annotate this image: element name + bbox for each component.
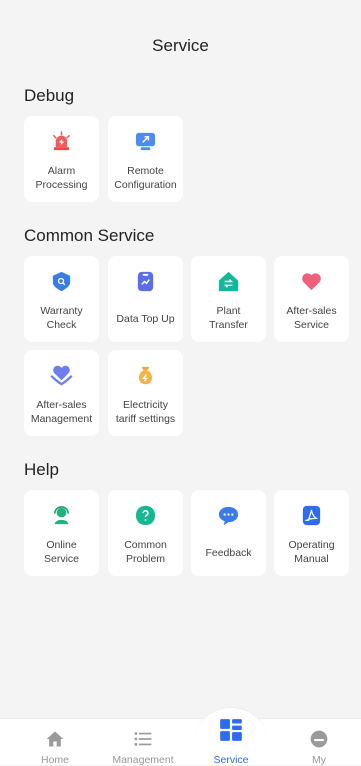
question-icon — [135, 505, 156, 526]
bottom-tab-bar: Home Management Service My — [0, 707, 361, 766]
card-label: Data Top Up — [116, 313, 175, 325]
remote-monitor-icon — [135, 132, 156, 151]
electricity-tariff-settings-card[interactable]: Electricity tariff settings — [108, 350, 183, 436]
section-title-debug: Debug — [24, 86, 75, 105]
money-bag-icon — [139, 366, 152, 385]
card-label: After-sales Service — [286, 305, 337, 331]
heart-hands-icon — [50, 365, 73, 386]
common-problem-card[interactable]: Common Problem — [108, 490, 183, 576]
page-title: Service — [152, 36, 209, 55]
section-title-help: Help — [24, 460, 59, 479]
heart-icon — [302, 273, 321, 291]
headset-agent-icon — [54, 506, 69, 525]
house-transfer-icon — [218, 271, 239, 292]
remote-configuration-card[interactable]: Remote Configuration — [108, 116, 183, 202]
list-icon — [134, 732, 152, 746]
card-label: Plant Transfer — [209, 305, 248, 331]
tab-management[interactable]: Management — [103, 719, 183, 766]
online-service-card[interactable]: Online Service — [24, 490, 99, 576]
card-label: Electricity tariff settings — [115, 399, 176, 425]
tab-my[interactable]: My — [279, 719, 359, 766]
card-label: Feedback — [205, 547, 252, 559]
card-label: Alarm Processing — [35, 165, 88, 191]
tab-service[interactable]: Service — [191, 719, 271, 766]
alarm-processing-card[interactable]: Alarm Processing — [24, 116, 99, 202]
home-icon — [46, 731, 64, 747]
tab-label: Home — [40, 754, 69, 766]
card-label: Common Problem — [124, 539, 167, 565]
card-label: After-sales Management — [30, 399, 93, 425]
section-title-common-service: Common Service — [24, 226, 155, 245]
card-label: Operating Manual — [288, 539, 335, 565]
after-sales-management-card[interactable]: After-sales Management — [24, 350, 99, 436]
user-face-icon — [310, 730, 328, 748]
card-label: Warranty Check — [40, 305, 83, 331]
tab-label: My — [312, 754, 326, 766]
data-card-icon — [137, 271, 154, 292]
pdf-document-icon — [302, 505, 321, 526]
card-label: Online Service — [43, 539, 79, 565]
tab-label: Service — [213, 754, 249, 766]
plant-transfer-card[interactable]: Plant Transfer — [191, 256, 266, 342]
operating-manual-card[interactable]: Operating Manual — [274, 490, 349, 576]
alarm-siren-icon — [53, 131, 70, 151]
shield-search-icon — [52, 271, 71, 292]
data-top-up-card[interactable]: Data Top Up — [108, 256, 183, 342]
after-sales-service-card[interactable]: After-sales Service — [274, 256, 349, 342]
tab-label: Management — [112, 754, 174, 766]
card-label: Remote Configuration — [114, 165, 177, 191]
service-grid-icon — [220, 719, 242, 741]
tab-home[interactable]: Home — [15, 719, 95, 766]
warranty-check-card[interactable]: Warranty Check — [24, 256, 99, 342]
feedback-card[interactable]: Feedback — [191, 490, 266, 576]
chat-bubble-icon — [218, 506, 239, 526]
